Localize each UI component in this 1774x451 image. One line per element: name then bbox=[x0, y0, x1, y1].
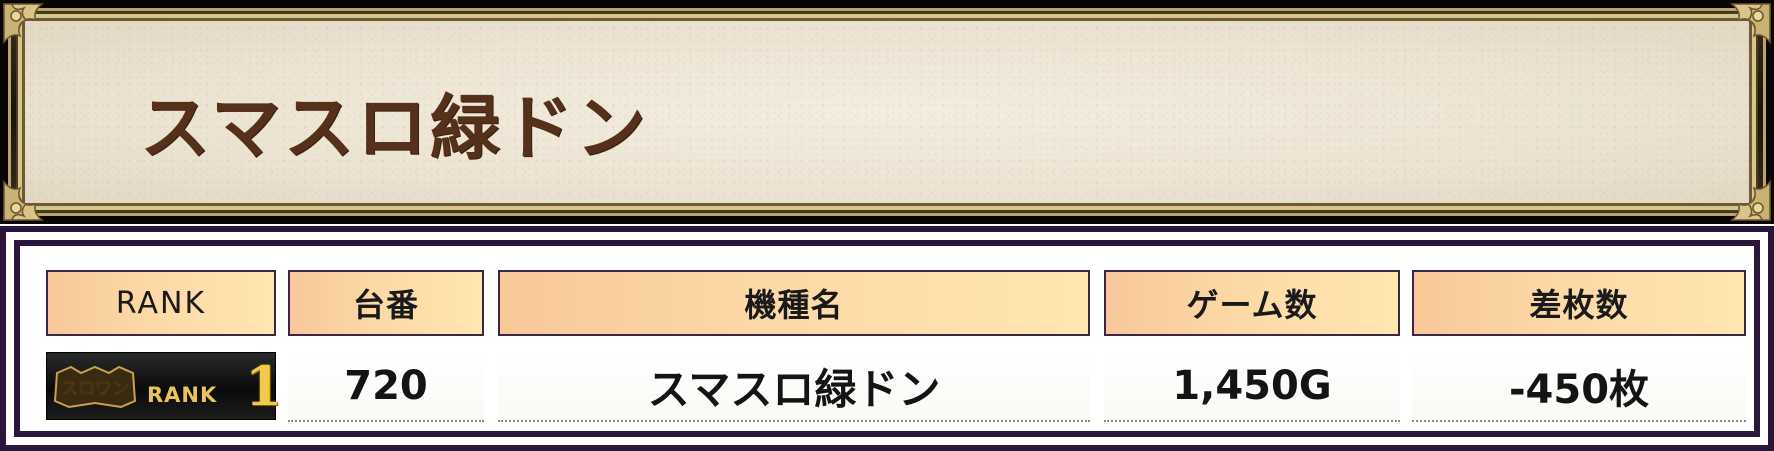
ornament-corner-icon bbox=[1729, 3, 1771, 45]
rank-badge-label: RANK bbox=[147, 383, 218, 407]
ranking-panel: RANK 台番 機種名 ゲーム数 差枚数 スロワン RANK 1 720 スマス… bbox=[0, 226, 1774, 451]
header-model-name: 機種名 bbox=[498, 270, 1090, 336]
header-diff: 差枚数 bbox=[1412, 270, 1746, 336]
header-games: ゲーム数 bbox=[1104, 270, 1400, 336]
rank-badge: スロワン RANK 1 bbox=[46, 352, 283, 420]
header-rank: RANK bbox=[46, 270, 276, 336]
slot-one-logo-icon: スロワン bbox=[53, 365, 137, 409]
header-machine-no: 台番 bbox=[288, 270, 484, 336]
banner-inner-frame: スマスロ緑ドン bbox=[18, 14, 1756, 210]
ornament-corner-icon bbox=[3, 179, 45, 221]
banner-title: スマスロ緑ドン bbox=[140, 86, 649, 169]
rank-badge-number: 1 bbox=[245, 354, 283, 418]
title-banner: スマスロ緑ドン bbox=[0, 0, 1774, 224]
ornament-corner-icon bbox=[3, 3, 45, 45]
cell-machine-no: 720 bbox=[288, 352, 484, 422]
ranking-table: RANK 台番 機種名 ゲーム数 差枚数 スロワン RANK 1 720 スマス… bbox=[14, 240, 1760, 437]
cell-games: 1,450G bbox=[1104, 352, 1400, 422]
cell-diff: -450枚 bbox=[1412, 352, 1746, 422]
ornament-corner-icon bbox=[1729, 179, 1771, 221]
cell-model-name: スマスロ緑ドン bbox=[498, 352, 1090, 422]
slot-one-logo-text: スロワン bbox=[61, 379, 129, 399]
